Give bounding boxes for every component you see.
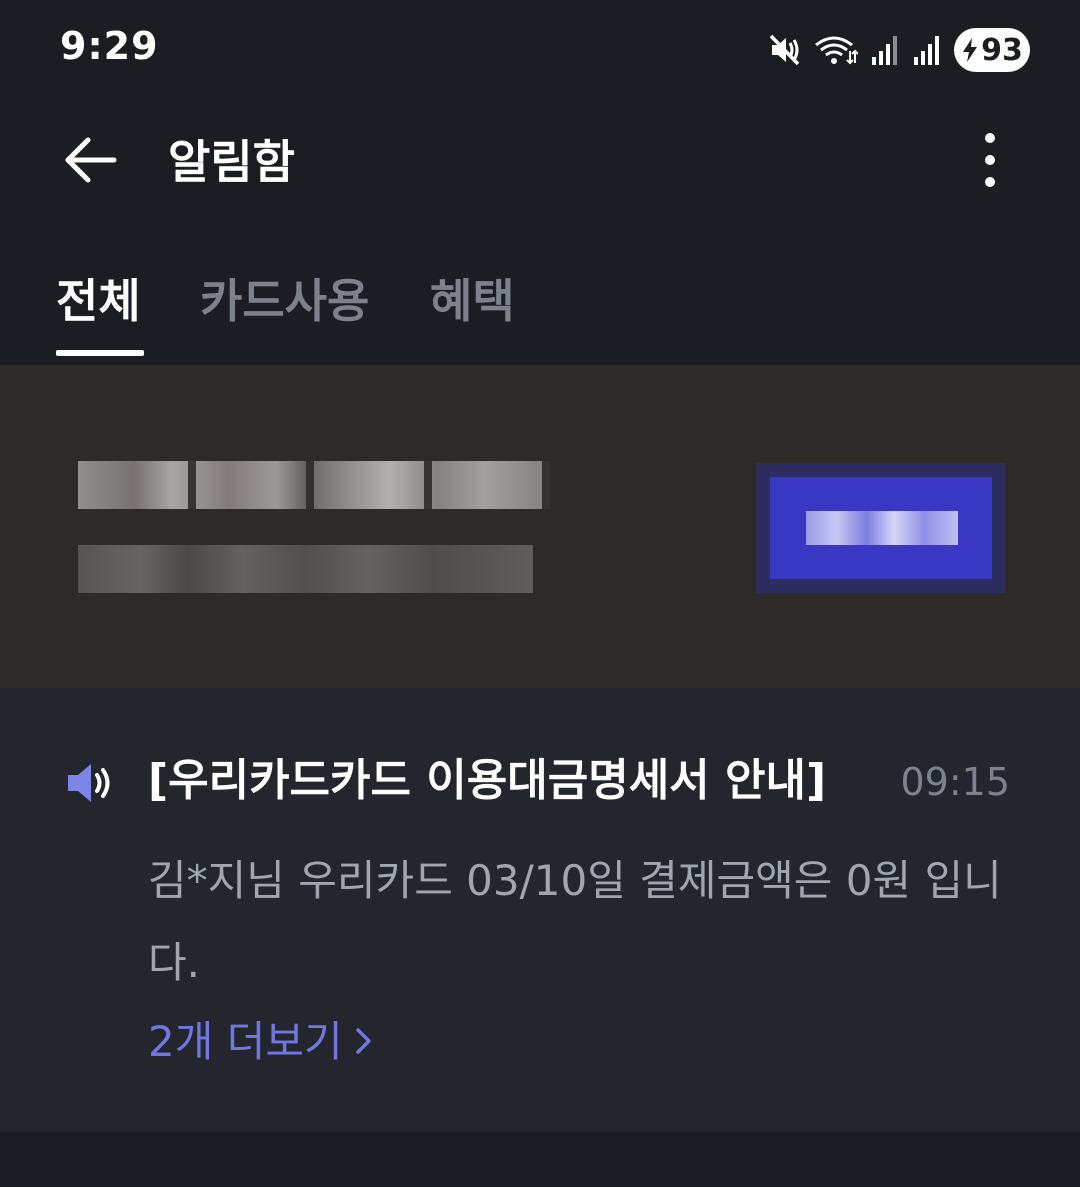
signal-icon: [912, 33, 942, 67]
notification-body: 김*지님 우리카드 03/10일 결제금액은 0원 입니다.: [148, 856, 1002, 987]
banner-cta-label-blurred: [806, 511, 958, 545]
status-time: 9:29: [60, 24, 159, 68]
active-tab-indicator: [56, 350, 144, 356]
notification-item[interactable]: [우리카드카드 이용대금명세서 안내] 09:15 김*지님 우리카드 03/1…: [0, 688, 1080, 1132]
list-bottom-spacer: [0, 1132, 1080, 1187]
status-bar: 9:29 93: [0, 0, 1080, 100]
show-more-label: 2개 더보기: [148, 1017, 343, 1066]
status-icons: 93: [768, 26, 1030, 74]
battery-charging-icon: [961, 37, 979, 63]
banner-subtitle-blurred: [78, 545, 533, 593]
app-header: 알림함: [0, 100, 1080, 225]
mute-icon: [768, 33, 802, 67]
banner-title-blurred: [78, 461, 550, 509]
notification-time: 09:15: [900, 760, 1010, 804]
chevron-right-icon: [355, 1014, 373, 1070]
wifi-icon: [814, 33, 858, 67]
signal-icon: [870, 33, 900, 67]
more-options-button[interactable]: [964, 128, 1016, 196]
notification-title: [우리카드카드 이용대금명세서 안내]: [148, 755, 827, 806]
more-vertical-icon: [984, 132, 996, 192]
tab-all[interactable]: 전체: [56, 270, 141, 332]
arrow-left-icon: [62, 136, 118, 188]
tab-card-usage[interactable]: 카드사용: [200, 270, 369, 332]
show-more-link[interactable]: 2개 더보기: [148, 1014, 373, 1070]
battery-indicator: 93: [954, 28, 1030, 72]
back-button[interactable]: [52, 128, 128, 196]
banner-cta-button[interactable]: [770, 477, 992, 579]
speaker-icon: [66, 760, 116, 806]
tab-benefits[interactable]: 혜택: [430, 270, 515, 332]
tab-bar: 전체 카드사용 혜택: [0, 260, 1080, 360]
page-title: 알림함: [168, 135, 295, 189]
battery-level: 93: [981, 32, 1023, 68]
promo-banner[interactable]: [0, 365, 1080, 688]
